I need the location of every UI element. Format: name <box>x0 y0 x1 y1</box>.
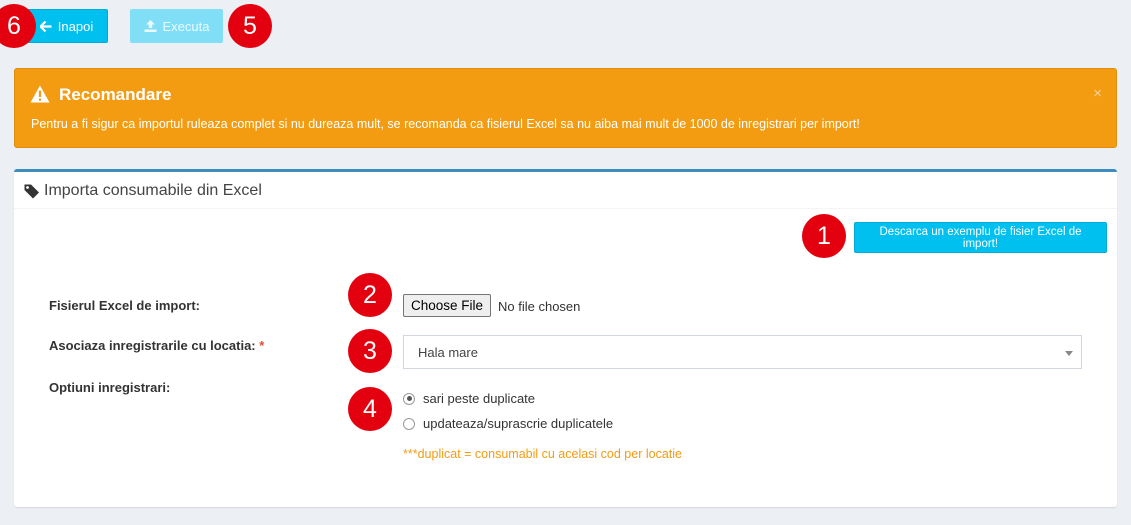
close-icon[interactable]: × <box>1093 85 1102 102</box>
divider <box>14 208 1117 209</box>
execute-button-label: Executa <box>162 18 210 34</box>
duplicate-note: ***duplicat = consumabil cu acelasi cod … <box>403 447 682 461</box>
file-label: Fisierul Excel de import: <box>49 298 200 313</box>
download-example-button[interactable]: Descarca un exemplu de fisier Excel de i… <box>854 222 1107 253</box>
option-label: updateaza/suprascrie duplicatele <box>423 416 614 431</box>
location-label: Asociaza inregistrarile cu locatia: * <box>49 338 264 353</box>
warning-icon <box>30 85 50 103</box>
location-select[interactable]: Hala mare <box>403 335 1082 369</box>
alert-text: Pentru a fi sigur ca importul ruleaza co… <box>31 117 860 131</box>
marker-2: 2 <box>348 273 392 317</box>
panel-header: Importa consumabile din Excel <box>24 182 262 200</box>
location-label-text: Asociaza inregistrarile cu locatia: <box>49 338 256 353</box>
required-mark: * <box>259 338 265 353</box>
option-overwrite-duplicates[interactable]: updateaza/suprascrie duplicatele <box>403 416 613 431</box>
recommendation-alert: Recomandare Pentru a fi sigur ca importu… <box>14 68 1117 148</box>
alert-title: Recomandare <box>59 85 172 104</box>
caret-down-icon <box>1065 351 1073 356</box>
marker-1: 1 <box>802 214 846 258</box>
location-value: Hala mare <box>418 344 478 360</box>
arrow-left-icon <box>39 20 52 32</box>
marker-3: 3 <box>348 329 392 373</box>
marker-5: 5 <box>228 4 272 48</box>
marker-4: 4 <box>348 387 392 431</box>
file-status: No file chosen <box>498 299 581 314</box>
back-button[interactable]: Inapoi <box>25 9 108 43</box>
option-skip-duplicates[interactable]: sari peste duplicate <box>403 391 535 406</box>
radio-skip-duplicates[interactable] <box>403 392 415 405</box>
radio-overwrite-duplicates[interactable] <box>403 417 415 430</box>
execute-button[interactable]: Executa <box>130 9 223 43</box>
upload-icon <box>144 20 156 32</box>
options-label: Optiuni inregistrari: <box>49 380 171 395</box>
back-button-label: Inapoi <box>57 18 94 34</box>
tag-icon <box>24 184 39 198</box>
choose-file-button[interactable]: Choose File <box>403 294 492 317</box>
import-panel: Importa consumabile din Excel Descarca u… <box>14 169 1117 507</box>
option-label: sari peste duplicate <box>423 391 536 406</box>
panel-title: Importa consumabile din Excel <box>44 182 262 199</box>
